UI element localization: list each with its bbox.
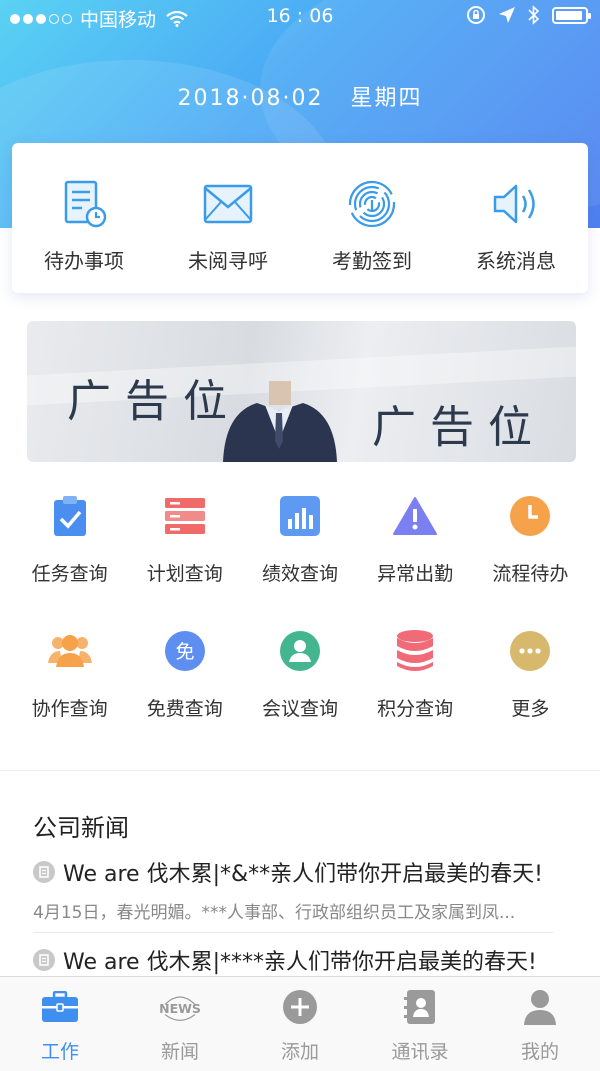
briefcase-icon (40, 987, 80, 1027)
tab-label: 新闻 (160, 1041, 199, 1063)
tab-me[interactable]: 我的 (480, 977, 600, 1071)
tab-news[interactable]: NEWS 新闻 (120, 977, 240, 1071)
todo-document-icon (57, 177, 111, 231)
grid-item-label: 更多 (511, 698, 550, 720)
tab-work[interactable]: 工作 (0, 977, 120, 1071)
rotation-lock-icon (467, 6, 485, 24)
group-icon (47, 628, 93, 674)
news-item[interactable]: We are 伐木累|*&**亲人们带你开启最美的春天! 4月15日，春光明媚。… (33, 856, 553, 923)
grid-item-label: 协作查询 (31, 698, 108, 720)
section-divider (0, 770, 600, 771)
clipboard-check-icon (47, 493, 93, 539)
news-headline: We are 伐木累|****亲人们带你开启最美的春天! (63, 950, 537, 975)
grid-item-task-query[interactable]: 任务查询 (12, 493, 127, 628)
speaker-icon (489, 177, 543, 231)
location-icon (499, 7, 515, 23)
tab-add[interactable]: 添加 (240, 977, 360, 1071)
grid-item-collaboration-query[interactable]: 协作查询 (12, 628, 127, 763)
news-separator (33, 932, 553, 933)
grid-item-meeting-query[interactable]: 会议查询 (242, 628, 357, 763)
status-bar: 中国移动 16 : 06 (0, 0, 600, 34)
battery-icon (552, 6, 591, 24)
grid-item-plan-query[interactable]: 计划查询 (127, 493, 242, 628)
tab-label: 通讯录 (391, 1041, 449, 1063)
news-doc-icon (33, 861, 55, 883)
news-icon-text: NEWS (160, 1001, 200, 1016)
quick-action-label: 未阅寻呼 (188, 249, 268, 273)
ad-banner-text-left: 广告位 (67, 376, 241, 427)
grid-item-process-todo[interactable]: 流程待办 (473, 493, 588, 628)
add-icon (280, 987, 320, 1027)
grid-item-label: 异常出勤 (377, 563, 454, 585)
news-headline: We are 伐木累|*&**亲人们带你开启最美的春天! (63, 862, 543, 887)
svg-text:免: 免 (175, 641, 194, 663)
news-summary: 4月15日，春光明媚。***人事部、行政部组织员工及家属到凤... (33, 903, 516, 923)
tab-label: 工作 (40, 1041, 79, 1063)
warning-icon (392, 493, 438, 539)
grid-item-performance-query[interactable]: 绩效查询 (242, 493, 357, 628)
date-header: 2018·08·02 星期四 (0, 80, 600, 112)
more-icon (507, 628, 553, 674)
quick-action-label: 系统消息 (476, 249, 556, 273)
grid-item-label: 积分查询 (377, 698, 454, 720)
quick-action-label: 考勤签到 (332, 249, 412, 273)
function-grid: 任务查询 计划查询 绩效查询 异常出勤 流程待办 协作查询 免 免费查询 会议查… (12, 493, 588, 763)
quick-action-attendance[interactable]: 考勤签到 (300, 143, 444, 293)
quick-action-messages[interactable]: 系统消息 (444, 143, 588, 293)
person-icon (277, 628, 323, 674)
quick-action-label: 待办事项 (44, 249, 124, 273)
database-icon (392, 628, 438, 674)
fingerprint-icon (345, 177, 399, 231)
free-badge-icon: 免 (162, 628, 208, 674)
tab-bar: 工作 NEWS 新闻 添加 通讯录 我的 (0, 976, 600, 1071)
list-icon (162, 493, 208, 539)
grid-item-more[interactable]: 更多 (473, 628, 588, 763)
news-icon: NEWS (160, 987, 200, 1027)
bar-chart-icon (277, 493, 323, 539)
grid-item-label: 免费查询 (146, 698, 223, 720)
user-icon (520, 987, 560, 1027)
grid-item-label: 会议查询 (261, 698, 338, 720)
tab-label: 添加 (280, 1041, 319, 1063)
weekday-text: 星期四 (350, 86, 423, 111)
clock-icon (507, 493, 553, 539)
tab-contacts[interactable]: 通讯录 (360, 977, 480, 1071)
quick-action-unread[interactable]: 未阅寻呼 (156, 143, 300, 293)
contacts-icon (400, 987, 440, 1027)
ad-banner[interactable]: 广告位 广告位 (27, 321, 576, 462)
quick-actions-card: 待办事项 未阅寻呼 考勤签到 系统消息 (12, 143, 588, 293)
tab-label: 我的 (520, 1041, 559, 1063)
grid-item-label: 流程待办 (492, 563, 569, 585)
businessman-image (223, 381, 337, 462)
grid-item-label: 计划查询 (146, 563, 223, 585)
envelope-icon (201, 177, 255, 231)
grid-item-label: 任务查询 (31, 563, 108, 585)
bluetooth-icon (528, 5, 540, 25)
ad-banner-text-right: 广告位 (372, 402, 546, 453)
grid-item-points-query[interactable]: 积分查询 (358, 628, 473, 763)
grid-item-abnormal-attendance[interactable]: 异常出勤 (358, 493, 473, 628)
quick-action-todo[interactable]: 待办事项 (12, 143, 156, 293)
grid-item-label: 绩效查询 (261, 563, 338, 585)
grid-item-free-query[interactable]: 免 免费查询 (127, 628, 242, 763)
date-text: 2018·08·02 (177, 86, 324, 111)
news-item[interactable]: We are 伐木累|****亲人们带你开启最美的春天! (33, 944, 553, 976)
news-doc-icon (33, 949, 55, 971)
news-section-title: 公司新闻 (33, 814, 129, 842)
